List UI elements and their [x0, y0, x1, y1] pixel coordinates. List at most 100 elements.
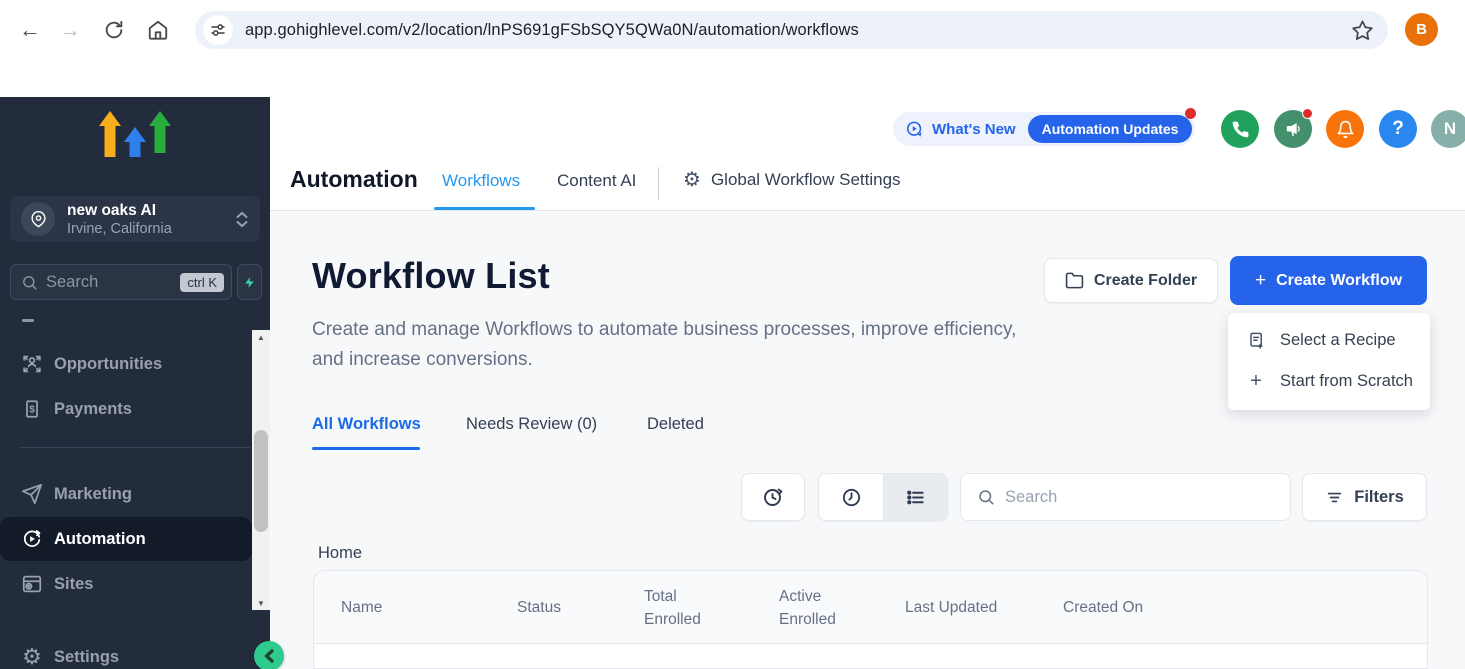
user-avatar[interactable]: N — [1431, 110, 1465, 148]
lightning-bolt-icon — [243, 275, 256, 290]
location-name: new oaks AI — [67, 201, 236, 220]
tab-deleted[interactable]: Deleted — [647, 415, 704, 434]
active-subtab-underline — [312, 447, 420, 450]
sites-icon — [20, 573, 44, 595]
workflow-table: Name Status Total Enrolled Active Enroll… — [313, 570, 1428, 669]
browser-toolbar: ← → app.gohighlevel.com/v2/location/lnPS… — [0, 0, 1465, 60]
column-header-active-enrolled[interactable]: Active Enrolled — [779, 571, 851, 644]
scrollbar-thumb[interactable] — [254, 430, 268, 532]
tab-workflows[interactable]: Workflows — [442, 171, 520, 191]
recipe-file-icon — [1246, 331, 1266, 350]
scrollbar-up-arrow[interactable]: ▲ — [252, 330, 270, 344]
sidebar-item-settings[interactable]: ⚙ Settings — [0, 635, 252, 669]
workflow-search-placeholder: Search — [1005, 488, 1057, 507]
tune-icon — [209, 21, 227, 39]
sidebar-item-automation[interactable]: Automation — [0, 517, 252, 561]
sidebar-divider — [20, 447, 250, 448]
help-button[interactable]: ? — [1379, 110, 1417, 148]
sidebar-item-label: Marketing — [54, 485, 132, 504]
bookmark-star-button[interactable] — [1351, 19, 1374, 42]
sidebar-item-marketing[interactable]: Marketing — [0, 472, 252, 516]
app-header: What's New Automation Updates ? N Automa… — [270, 97, 1465, 211]
create-workflow-button[interactable]: + Create Workflow — [1230, 256, 1427, 305]
tab-needs-review[interactable]: Needs Review (0) — [466, 415, 597, 434]
view-toggle — [818, 473, 948, 521]
whats-new-label: What's New — [932, 121, 1016, 138]
history-clock-icon — [761, 485, 785, 509]
plus-icon: + — [1255, 270, 1266, 292]
sidebar-collapse-button[interactable] — [254, 641, 284, 669]
chevron-left-icon — [263, 649, 275, 663]
menu-item-label: Select a Recipe — [1280, 331, 1396, 350]
active-tab-underline — [434, 207, 535, 210]
megaphone-icon — [1284, 120, 1303, 139]
global-workflow-settings-label: Global Workflow Settings — [711, 170, 901, 190]
sidebar-item-opportunities[interactable]: Opportunities — [0, 342, 252, 386]
location-pin-badge — [21, 202, 55, 236]
browser-reload-button[interactable] — [100, 16, 128, 44]
sidebar-search-placeholder: Search — [46, 273, 180, 292]
announce-play-icon — [905, 120, 924, 139]
menu-item-start-from-scratch[interactable]: + Start from Scratch — [1228, 361, 1430, 402]
location-city: Irvine, California — [67, 220, 236, 238]
filters-label: Filters — [1354, 488, 1404, 507]
payments-icon: $ — [20, 398, 44, 420]
header-divider — [658, 167, 659, 200]
execution-history-button[interactable] — [741, 473, 805, 521]
browser-home-button[interactable] — [144, 16, 172, 44]
site-settings-button[interactable] — [203, 15, 233, 45]
opportunities-icon — [20, 353, 44, 375]
announcements-button[interactable] — [1274, 110, 1312, 148]
gear-icon: ⚙ — [20, 646, 44, 668]
create-folder-button[interactable]: Create Folder — [1044, 258, 1218, 303]
avatar-initial: N — [1444, 119, 1456, 139]
column-header-name[interactable]: Name — [341, 571, 491, 644]
breadcrumb-home[interactable]: Home — [318, 544, 362, 563]
browser-profile-avatar[interactable]: B — [1405, 13, 1438, 46]
tab-content-ai[interactable]: Content AI — [557, 171, 636, 191]
column-header-status[interactable]: Status — [517, 571, 617, 644]
sidebar-item-label: Settings — [54, 648, 119, 667]
browser-back-button[interactable]: ← — [16, 16, 44, 44]
phone-button[interactable] — [1221, 110, 1259, 148]
page-description: Create and manage Workflows to automate … — [312, 315, 1018, 375]
notification-dot — [1185, 108, 1196, 119]
sidebar-item-sites[interactable]: Sites — [0, 562, 252, 606]
menu-item-select-a-recipe[interactable]: Select a Recipe — [1228, 320, 1430, 361]
main-content: Workflow List Create and manage Workflow… — [270, 211, 1465, 669]
sidebar-scrollbar[interactable]: ▲ ▼ — [252, 330, 270, 610]
create-workflow-menu: Select a Recipe + Start from Scratch — [1228, 313, 1430, 410]
list-icon — [904, 486, 927, 509]
screen: ← → app.gohighlevel.com/v2/location/lnPS… — [0, 0, 1465, 669]
automation-updates-badge[interactable]: Automation Updates — [1028, 115, 1193, 143]
address-bar[interactable]: app.gohighlevel.com/v2/location/lnPS691g… — [195, 11, 1388, 49]
automation-icon — [20, 528, 44, 550]
gohighlevel-logo — [97, 111, 173, 173]
workflow-search-input[interactable]: Search — [960, 473, 1291, 521]
time-view-button[interactable] — [819, 474, 883, 520]
whats-new-button[interactable]: What's New Automation Updates — [893, 112, 1195, 146]
notifications-button[interactable] — [1326, 110, 1364, 148]
filters-button[interactable]: Filters — [1302, 473, 1427, 521]
url-text[interactable]: app.gohighlevel.com/v2/location/lnPS691g… — [245, 21, 1351, 40]
sidebar-search-input[interactable]: Search ctrl K — [10, 264, 232, 300]
partial-scrolled-item — [22, 319, 34, 322]
list-view-button[interactable] — [883, 474, 947, 520]
tab-all-workflows[interactable]: All Workflows — [312, 415, 421, 434]
logo-arrow-yellow — [99, 111, 121, 157]
svg-text:$: $ — [29, 405, 35, 416]
column-header-last-updated[interactable]: Last Updated — [905, 571, 1025, 644]
sidebar-item-label: Payments — [54, 400, 132, 419]
page-title: Workflow List — [312, 255, 550, 297]
column-header-total-enrolled[interactable]: Total Enrolled — [644, 571, 716, 644]
global-workflow-settings-button[interactable]: ⚙ Global Workflow Settings — [683, 169, 901, 191]
location-switcher[interactable]: new oaks AI Irvine, California — [10, 196, 260, 242]
search-icon — [977, 488, 995, 506]
column-header-created-on[interactable]: Created On — [1063, 571, 1183, 644]
browser-forward-button[interactable]: → — [56, 16, 84, 44]
scrollbar-down-arrow[interactable]: ▼ — [252, 596, 270, 610]
notification-dot — [1302, 108, 1313, 119]
phone-icon — [1231, 120, 1250, 139]
quick-actions-button[interactable] — [237, 264, 262, 300]
sidebar-item-payments[interactable]: $ Payments — [0, 387, 252, 431]
